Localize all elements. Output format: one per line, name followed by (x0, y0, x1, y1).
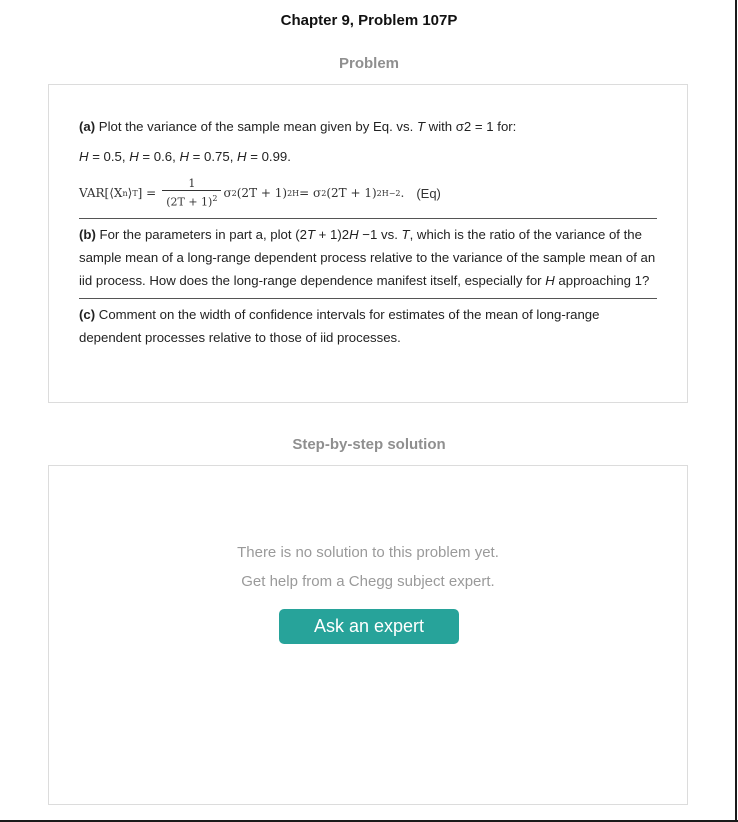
problem-card: (a) Plot the variance of the sample mean… (48, 84, 688, 403)
part-a-text: (a) Plot the variance of the sample mean… (79, 119, 517, 134)
ask-expert-button[interactable]: Ask an expert (279, 609, 459, 644)
solution-card: There is no solution to this problem yet… (48, 465, 688, 805)
part-a-label: (a) (79, 119, 96, 134)
solution-heading: Step-by-step solution (292, 436, 446, 453)
problem-heading: Problem (338, 55, 399, 72)
equation-tag: (Eq) (416, 185, 441, 201)
part-c-text: (c) Comment on the width of confidence i… (79, 307, 600, 345)
h-values-line: H = 0.5, H = 0.6, H = 0.75, H = 0.99. (79, 149, 291, 164)
page-title: Chapter 9, Problem 107P (280, 12, 458, 29)
part-b-label: (b) (79, 227, 96, 242)
problem-body: (a) Plot the variance of the sample mean… (49, 85, 687, 349)
expert-help-message: Get help from a Chegg subject expert. (241, 573, 495, 590)
equation-fraction: 1 (2T + 1)2 (162, 177, 222, 209)
part-divider (79, 218, 657, 219)
window-border-right (735, 0, 737, 822)
part-c-label: (c) (79, 307, 96, 322)
part-b-text: (b) For the parameters in part a, plot (… (79, 227, 656, 288)
variance-equation: VAR[⟨X n ⟩ T] = 1 (2T + 1)2 σ 2 (2T + 1) 2H = … (79, 177, 441, 209)
no-solution-message: There is no solution to this problem yet… (237, 544, 499, 561)
part-divider (79, 298, 657, 299)
